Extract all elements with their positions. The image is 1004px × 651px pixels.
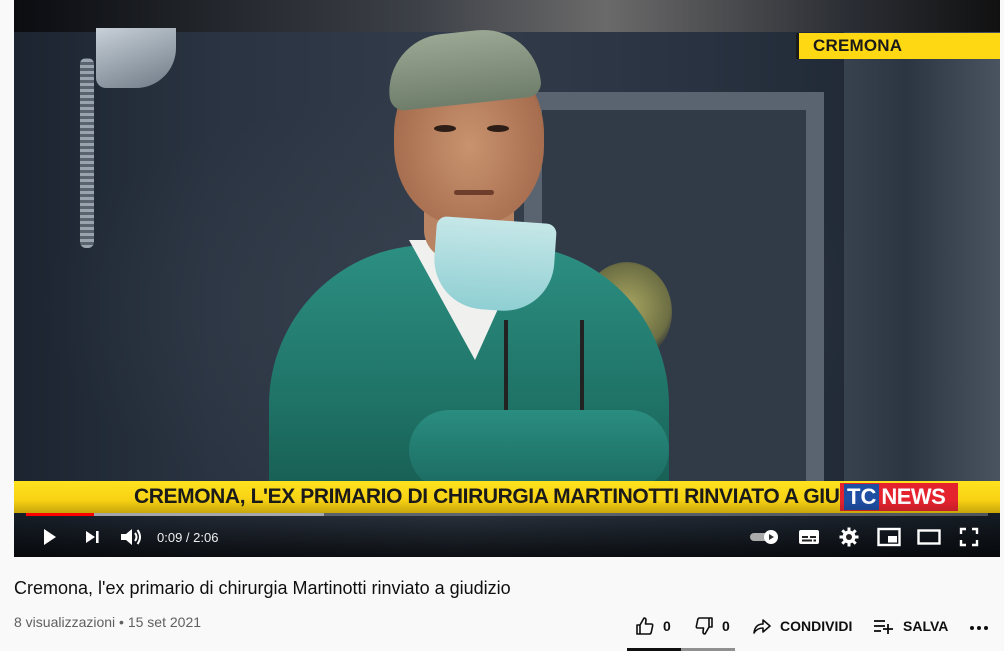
video-frame[interactable]: CREMONA CREMONA, L'EX PRIMARIO DI CHIRUR… bbox=[14, 0, 1000, 557]
autoplay-toggle-icon bbox=[750, 530, 778, 544]
surgeon-figure bbox=[269, 24, 689, 510]
share-label: CONDIVIDI bbox=[780, 618, 853, 634]
save-button[interactable]: SALVA bbox=[873, 614, 948, 638]
fullscreen-icon bbox=[959, 527, 979, 547]
next-button[interactable] bbox=[80, 524, 104, 550]
theater-mode-button[interactable] bbox=[916, 524, 942, 550]
thumbs-down-icon bbox=[695, 617, 713, 635]
lamp-head bbox=[96, 28, 176, 88]
theater-mode-icon bbox=[917, 529, 941, 545]
time-display: 0:09 / 2:06 bbox=[157, 530, 219, 545]
next-icon bbox=[86, 531, 99, 543]
share-arrow-icon bbox=[753, 619, 771, 634]
more-horizontal-icon bbox=[970, 626, 988, 630]
like-button[interactable]: 0 bbox=[635, 614, 671, 638]
miniplayer-icon bbox=[877, 527, 901, 547]
miniplayer-button[interactable] bbox=[876, 524, 902, 550]
progress-bar[interactable] bbox=[26, 513, 988, 516]
play-icon bbox=[44, 529, 56, 545]
autoplay-toggle[interactable] bbox=[748, 524, 782, 550]
add-to-playlist-icon bbox=[874, 620, 893, 634]
thumbs-up-icon bbox=[636, 617, 654, 635]
settings-icon bbox=[839, 527, 859, 547]
progress-played bbox=[26, 513, 94, 516]
eye-left bbox=[434, 125, 456, 132]
save-label: SALVA bbox=[903, 618, 949, 634]
settings-button[interactable] bbox=[837, 524, 861, 550]
video-meta: 8 visualizzazioni • 15 set 2021 bbox=[14, 614, 202, 630]
video-player[interactable]: CREMONA CREMONA, L'EX PRIMARIO DI CHIRUR… bbox=[14, 0, 1000, 557]
play-button[interactable] bbox=[36, 524, 62, 550]
like-count: 0 bbox=[663, 618, 671, 634]
mouth bbox=[454, 190, 494, 195]
volume-icon bbox=[121, 529, 141, 545]
surgical-lamp bbox=[76, 28, 176, 248]
subtitles-icon bbox=[799, 530, 819, 544]
location-tag-text: CREMONA bbox=[813, 36, 903, 55]
lamp-arm bbox=[80, 58, 94, 248]
crossed-arms bbox=[409, 410, 669, 490]
subtitles-button[interactable] bbox=[797, 524, 821, 550]
video-title: Cremona, l'ex primario di chirurgia Mart… bbox=[14, 578, 511, 598]
wall-panel bbox=[844, 32, 1000, 502]
dislike-button[interactable]: 0 bbox=[694, 614, 730, 638]
volume-button[interactable] bbox=[118, 524, 144, 550]
dislike-count: 0 bbox=[722, 618, 730, 634]
share-button[interactable]: CONDIVIDI bbox=[752, 614, 852, 638]
location-tag: CREMONA bbox=[796, 33, 1000, 59]
eye-right bbox=[487, 125, 509, 132]
fullscreen-button[interactable] bbox=[956, 524, 982, 550]
more-actions-button[interactable] bbox=[968, 614, 998, 638]
